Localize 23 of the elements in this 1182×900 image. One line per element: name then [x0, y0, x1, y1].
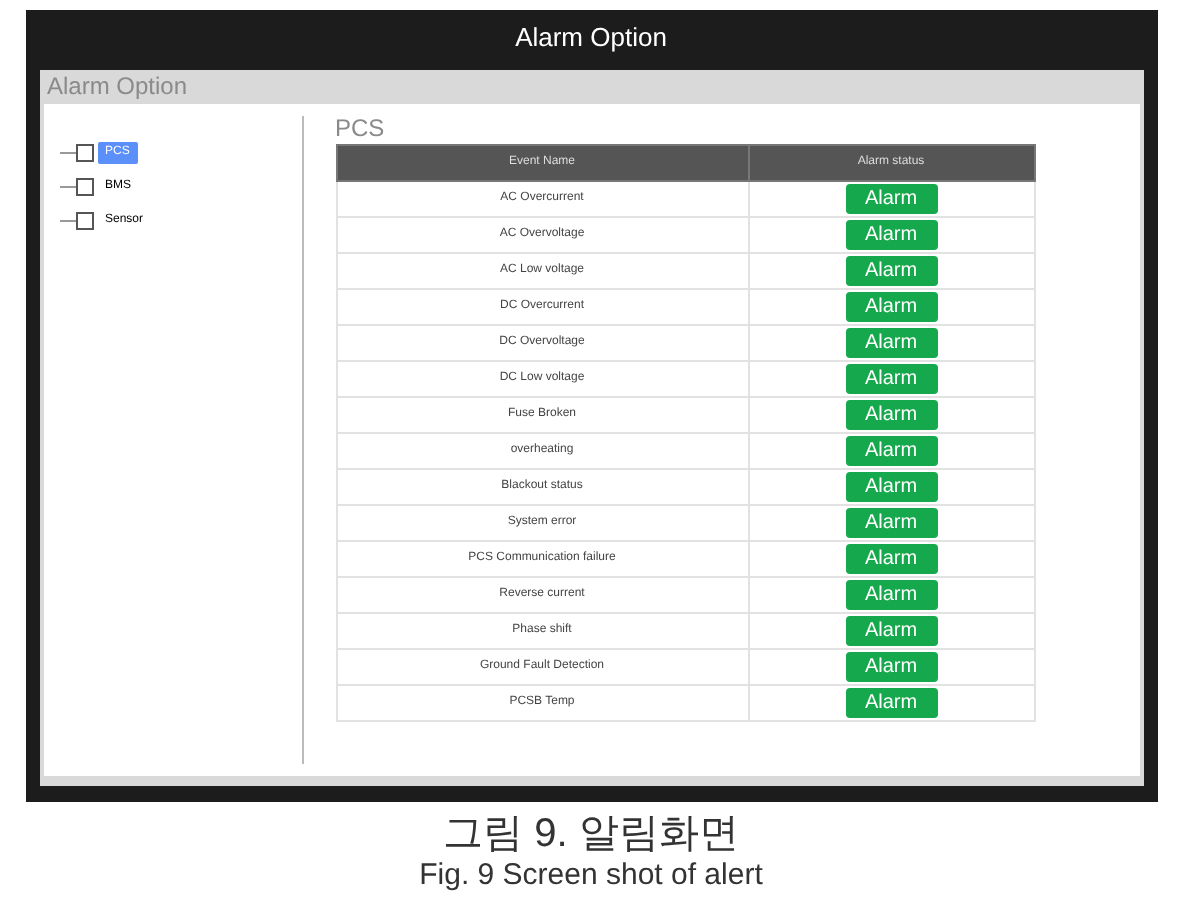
tree-checkbox[interactable] — [75, 212, 93, 230]
tree-checkbox[interactable] — [75, 144, 93, 162]
alarm-button[interactable]: Alarm — [845, 544, 937, 574]
alarm-button[interactable]: Alarm — [845, 616, 937, 646]
alarm-button[interactable]: Alarm — [845, 652, 937, 682]
figure-caption-english: Fig. 9 Screen shot of alert — [419, 858, 763, 894]
alarm-button[interactable]: Alarm — [845, 328, 937, 358]
section-title: PCS — [335, 112, 387, 144]
alarm-button[interactable]: Alarm — [845, 688, 937, 718]
alarm-button[interactable]: Alarm — [845, 364, 937, 394]
alarm-button[interactable]: Alarm — [845, 184, 937, 214]
window-title: Alarm Option — [515, 19, 667, 56]
alarm-button[interactable]: Alarm — [845, 472, 937, 502]
alarm-button[interactable]: Alarm — [845, 256, 937, 286]
alarm-button[interactable]: Alarm — [845, 400, 937, 430]
alarm-button[interactable]: Alarm — [845, 580, 937, 610]
panel-title: Alarm Option — [45, 70, 190, 104]
alarm-button[interactable]: Alarm — [845, 508, 937, 538]
alarm-button[interactable]: Alarm — [845, 292, 937, 322]
tree-checkbox[interactable] — [75, 178, 93, 196]
figure-caption: 그림 9. 알림화면 — [443, 810, 739, 858]
alarm-button[interactable]: Alarm — [845, 220, 937, 250]
alarm-button[interactable]: Alarm — [845, 436, 937, 466]
